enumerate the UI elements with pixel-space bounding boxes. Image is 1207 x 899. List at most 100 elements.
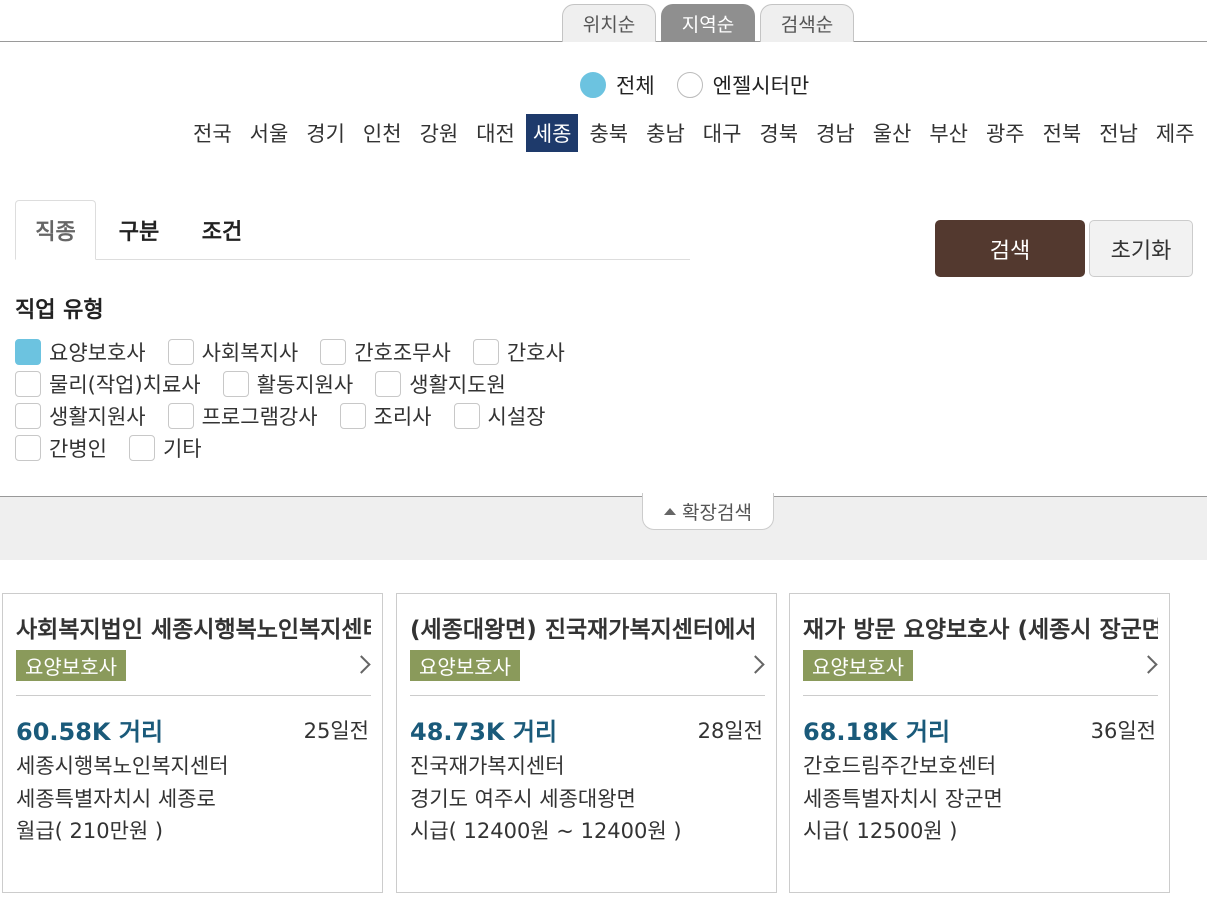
reset-button[interactable]: 초기화 [1089, 220, 1193, 277]
region-item-selected[interactable]: 세종 [525, 114, 579, 152]
search-button[interactable]: 검색 [935, 220, 1085, 277]
job-card[interactable]: (세종대왕면) 진국재가복지센터에서 요양보호사 48.73K 거리 28일전 … [396, 593, 777, 893]
region-item[interactable]: 충북 [582, 114, 635, 152]
radio-all[interactable]: 전체 [580, 70, 655, 100]
checkbox-box[interactable] [339, 403, 366, 429]
checkbox-box[interactable] [167, 403, 194, 429]
region-item[interactable]: 전국 [186, 114, 239, 152]
radio-all-indicator[interactable] [580, 72, 606, 98]
job-type-checkbox[interactable]: 생활지도원 [375, 369, 506, 399]
job-card[interactable]: 재가 방문 요양보호사 (세종시 장군면) 요양보호사 68.18K 거리 36… [789, 593, 1170, 893]
job-card[interactable]: 사회복지법인 세종시행복노인복지센터 요양보호사 60.58K 거리 25일전 … [2, 593, 383, 893]
checkbox-label: 활동지원사 [256, 373, 354, 397]
job-title: (세종대왕면) 진국재가복지센터에서 [410, 617, 757, 643]
region-item[interactable]: 제주 [1149, 114, 1202, 152]
checkbox-label: 사회복지사 [201, 341, 299, 365]
checkbox-box[interactable] [320, 339, 347, 365]
posted-ago: 36일전 [1090, 719, 1156, 743]
job-type-checkbox[interactable]: 활동지원사 [222, 369, 354, 399]
checkbox-label: 물리(작업)치료사 [49, 373, 201, 397]
job-distance: 48.73K 거리 [410, 718, 558, 746]
region-item[interactable]: 전북 [1036, 114, 1089, 152]
card-divider [16, 695, 371, 696]
job-pay: 시급( 12500원 ) [803, 819, 958, 843]
region-item[interactable]: 강원 [413, 114, 466, 152]
job-type-badge: 요양보호사 [410, 650, 520, 681]
chevron-right-icon[interactable] [746, 655, 765, 674]
posted-ago: 25일전 [303, 719, 369, 743]
tab-job-type[interactable]: 직종 [15, 200, 96, 260]
region-list: 전국 서울 경기 인천 강원 대전 세종 충북 충남 대구 경북 경남 울산 부… [186, 114, 1206, 152]
card-divider [410, 695, 765, 696]
org-name: 세종시행복노인복지센터 [16, 754, 229, 778]
checkbox-label: 시설장 [487, 405, 546, 429]
checkbox-box[interactable] [167, 339, 194, 365]
tab-sort-location[interactable]: 위치순 [562, 4, 656, 42]
checkbox-label: 간호조무사 [354, 341, 451, 365]
chevron-right-icon[interactable] [352, 655, 371, 674]
region-item[interactable]: 충남 [639, 114, 692, 152]
region-item[interactable]: 광주 [979, 114, 1032, 152]
tab-conditions[interactable]: 조건 [199, 200, 245, 260]
expand-search-button[interactable]: 확장검색 [642, 493, 774, 530]
job-type-checkbox[interactable]: 요양보호사 [15, 337, 146, 367]
job-type-checkbox[interactable]: 간호사 [472, 337, 565, 367]
checkbox-box[interactable] [222, 371, 249, 397]
checkbox-box[interactable] [128, 435, 155, 461]
checkbox-box[interactable] [15, 403, 41, 429]
filter-tabs: 직종 구분 조건 [15, 200, 690, 260]
region-item[interactable]: 서울 [243, 114, 296, 152]
org-name: 진국재가복지센터 [410, 754, 565, 778]
scope-radio-group: 전체 엔젤시터만 [580, 70, 809, 100]
region-item[interactable]: 대전 [469, 114, 522, 152]
checkbox-label: 생활지원사 [49, 405, 146, 429]
checkbox-label: 간호사 [506, 341, 565, 365]
org-name: 간호드림주간보호센터 [803, 754, 997, 778]
expand-search-label: 확장검색 [682, 501, 752, 524]
job-type-checkbox[interactable]: 프로그램강사 [167, 401, 318, 431]
job-address: 경기도 여주시 세종대왕면 [410, 787, 636, 811]
chevron-right-icon[interactable] [1139, 655, 1158, 674]
job-title: 사회복지법인 세종시행복노인복지센터 [16, 617, 371, 643]
checkbox-box[interactable] [15, 371, 41, 397]
region-item[interactable]: 울산 [866, 114, 919, 152]
job-type-row: 물리(작업)치료사 활동지원사 생활지도원 [15, 370, 528, 398]
job-type-row: 생활지원사 프로그램강사 조리사 시설장 [15, 402, 567, 430]
job-type-checkbox[interactable]: 생활지원사 [15, 401, 146, 431]
radio-angel-sitter-only[interactable]: 엔젤시터만 [676, 70, 809, 100]
job-type-checkbox[interactable]: 간병인 [15, 433, 107, 463]
card-divider [803, 695, 1158, 696]
region-item[interactable]: 경기 [299, 114, 352, 152]
checkbox-box[interactable] [375, 371, 402, 397]
tab-sort-region[interactable]: 지역순 [661, 4, 755, 42]
job-type-title: 직업 유형 [15, 298, 104, 323]
job-type-checkbox[interactable]: 물리(작업)치료사 [15, 369, 201, 399]
checkbox-label: 프로그램강사 [201, 405, 318, 429]
job-pay: 월급( 210만원 ) [16, 819, 164, 843]
region-item[interactable]: 부산 [922, 114, 975, 152]
checkbox-box[interactable] [15, 435, 41, 461]
tab-sort-search[interactable]: 검색순 [760, 4, 854, 42]
tab-category[interactable]: 구분 [116, 200, 162, 260]
job-type-row: 간병인 기타 [15, 434, 224, 462]
job-type-checkbox[interactable]: 간호조무사 [320, 337, 451, 367]
job-pay: 시급( 12400원 ~ 12400원 ) [410, 819, 682, 843]
checkbox-box[interactable] [472, 339, 499, 365]
region-item[interactable]: 경북 [752, 114, 805, 152]
job-type-checkbox[interactable]: 사회복지사 [167, 337, 299, 367]
region-item[interactable]: 경남 [809, 114, 862, 152]
region-item[interactable]: 전남 [1092, 114, 1145, 152]
job-type-checkbox[interactable]: 시설장 [453, 401, 546, 431]
job-address: 세종특별자치시 장군면 [803, 787, 1003, 811]
caret-up-icon [664, 507, 677, 515]
job-type-checkbox[interactable]: 기타 [128, 433, 202, 463]
job-distance: 68.18K 거리 [803, 718, 951, 746]
checkbox-box[interactable] [453, 403, 480, 429]
region-item[interactable]: 인천 [356, 114, 409, 152]
job-type-checkbox[interactable]: 조리사 [339, 401, 432, 431]
checkbox-box[interactable] [15, 339, 41, 365]
job-type-badge: 요양보호사 [16, 650, 126, 681]
job-distance: 60.58K 거리 [16, 718, 164, 746]
region-item[interactable]: 대구 [696, 114, 749, 152]
radio-angel-indicator[interactable] [676, 72, 703, 98]
